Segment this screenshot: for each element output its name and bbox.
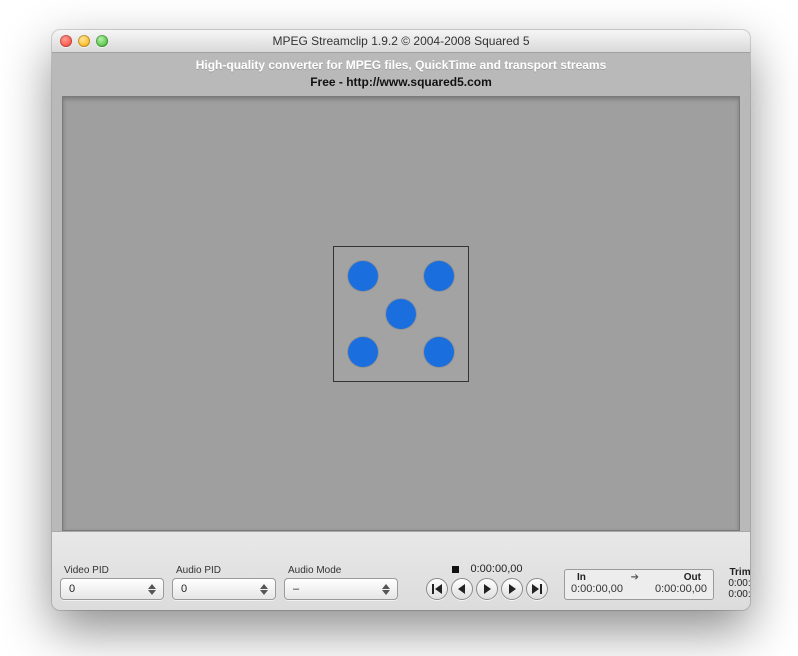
dot-icon — [424, 261, 454, 291]
minimize-window-button[interactable] — [78, 35, 90, 47]
go-start-button[interactable] — [426, 578, 448, 600]
dot-icon — [386, 299, 416, 329]
app-window: MPEG Streamclip 1.9.2 © 2004-2008 Square… — [52, 30, 750, 610]
stepper-arrows-icon — [378, 579, 394, 599]
stop-indicator-icon — [452, 566, 459, 573]
current-timecode: 0:00:00,00 — [471, 563, 523, 575]
window-title: MPEG Streamclip 1.9.2 © 2004-2008 Square… — [52, 34, 750, 48]
dot-icon — [348, 261, 378, 291]
audio-mode-select[interactable]: – — [284, 578, 398, 600]
step-forward-button[interactable] — [501, 578, 523, 600]
out-point-value[interactable]: 0:00:00,00 — [655, 583, 707, 595]
zoom-window-button[interactable] — [96, 35, 108, 47]
trimming-value-1: 0:00:00,00 — [722, 578, 750, 589]
trimming-box: Trimming 0:00:00,00 0:00:00,00 — [722, 567, 750, 600]
transport-controls: 0:00:00,00 — [426, 563, 548, 600]
bottom-toolbar: Video PID 0 Audio PID 0 — [52, 531, 750, 610]
go-end-button[interactable] — [526, 578, 548, 600]
audio-pid-value: 0 — [181, 583, 187, 595]
in-to-out-arrow-icon: ➔ — [631, 572, 639, 583]
play-button[interactable] — [476, 578, 498, 600]
stepper-arrows-icon — [144, 579, 160, 599]
audio-mode-value: – — [293, 583, 299, 595]
video-pid-label: Video PID — [60, 565, 109, 576]
banner: High-quality converter for MPEG files, Q… — [52, 53, 750, 90]
placeholder-logo — [333, 246, 469, 382]
video-pid-value: 0 — [69, 583, 75, 595]
dot-icon — [348, 337, 378, 367]
titlebar: MPEG Streamclip 1.9.2 © 2004-2008 Square… — [52, 30, 750, 53]
in-label: In — [577, 572, 586, 583]
banner-subtitle: High-quality converter for MPEG files, Q… — [52, 57, 750, 73]
audio-pid-label: Audio PID — [172, 565, 221, 576]
trimming-value-2: 0:00:00,00 — [722, 589, 750, 600]
in-out-box: In ➔ Out 0:00:00,00 0:00:00,00 — [564, 569, 714, 600]
video-preview[interactable] — [62, 96, 740, 531]
banner-url: Free - http://www.squared5.com — [52, 74, 750, 90]
trimming-label: Trimming — [722, 567, 750, 578]
stepper-arrows-icon — [256, 579, 272, 599]
out-label: Out — [684, 572, 701, 583]
in-point-value[interactable]: 0:00:00,00 — [571, 583, 623, 595]
close-window-button[interactable] — [60, 35, 72, 47]
audio-mode-label: Audio Mode — [284, 565, 341, 576]
audio-pid-select[interactable]: 0 — [172, 578, 276, 600]
video-pid-select[interactable]: 0 — [60, 578, 164, 600]
step-back-button[interactable] — [451, 578, 473, 600]
dot-icon — [424, 337, 454, 367]
